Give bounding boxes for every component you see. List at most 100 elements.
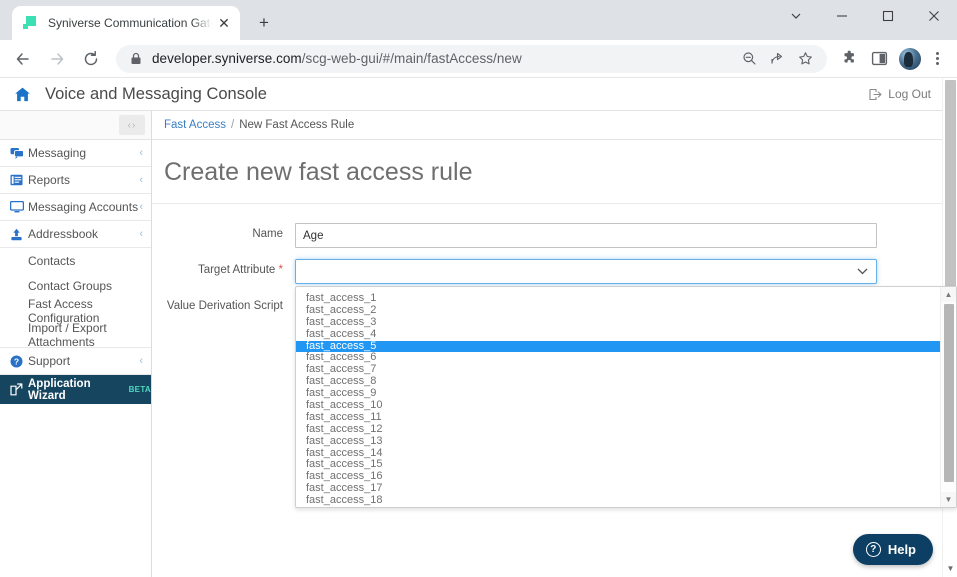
dropdown-option[interactable]: fast_access_11 [296, 411, 940, 424]
sidebar-item-label: Addressbook [28, 227, 99, 241]
dropdown-option[interactable]: fast_access_18 [296, 494, 940, 507]
chevron-down-icon [857, 266, 868, 278]
window-controls [773, 0, 957, 32]
chevron-left-icon: ‹ [139, 355, 143, 367]
minimize-icon[interactable] [819, 0, 865, 32]
sidebar-item-application-wizard[interactable]: Application Wizard BETA [0, 375, 151, 404]
field-row-target-attribute: Target Attribute * fast_access_1 fast_ac… [152, 259, 957, 508]
window-close-icon[interactable] [911, 0, 957, 32]
sidebar-item-messaging[interactable]: Messaging ‹ [0, 140, 151, 167]
dropdown-option-list: fast_access_1 fast_access_2 fast_access_… [296, 287, 940, 507]
side-panel-icon[interactable] [865, 45, 893, 73]
dropdown-scrollbar[interactable]: ▲ ▼ [940, 287, 956, 507]
dropdown-option[interactable]: fast_access_4 [296, 328, 940, 341]
dropdown-option[interactable]: fast_access_13 [296, 435, 940, 448]
scroll-down-icon[interactable]: ▼ [941, 492, 956, 507]
logout-button[interactable]: Log Out [869, 87, 931, 101]
sidebar-item-label: Support [28, 354, 71, 368]
tab-title: Syniverse Communication Gateway [48, 16, 212, 30]
browser-tab[interactable]: Syniverse Communication Gateway ✕ [12, 6, 240, 40]
name-input[interactable] [295, 223, 877, 248]
external-link-icon [10, 383, 28, 396]
address-bar[interactable]: developer.syniverse.com/scg-web-gui/#/ma… [116, 44, 827, 73]
dropdown-option[interactable]: fast_access_15 [296, 459, 940, 471]
messaging-icon [10, 147, 28, 160]
close-icon[interactable]: ✕ [216, 15, 232, 31]
forward-icon[interactable] [42, 44, 72, 74]
value-derivation-script-label: Value Derivation Script [166, 300, 283, 312]
page-scroll-down-icon[interactable]: ▼ [943, 561, 957, 575]
target-attribute-dropdown[interactable]: fast_access_1 fast_access_2 fast_access_… [295, 286, 957, 508]
target-attribute-select[interactable] [295, 259, 877, 284]
fast-access-rule-form: Name Target Attribute * [152, 204, 957, 508]
content-heading: Create new fast access rule [152, 140, 943, 204]
question-mark-icon: ? [865, 542, 881, 557]
svg-text:?: ? [14, 356, 19, 366]
page-title: Voice and Messaging Console [45, 84, 267, 103]
support-icon: ? [10, 355, 28, 368]
app-viewport: Voice and Messaging Console Log Out ‹› M… [0, 78, 957, 577]
breadcrumb-current: New Fast Access Rule [239, 119, 355, 131]
dropdown-scroll-thumb[interactable] [944, 304, 954, 482]
name-label: Name [252, 228, 283, 240]
sidebar-subitem-contact-groups[interactable]: Contact Groups [0, 273, 151, 298]
field-row-name: Name [152, 223, 957, 248]
sidebar-item-addressbook[interactable]: Addressbook ‹ [0, 221, 151, 248]
sidebar: ‹› Messaging ‹ Reports ‹ Messaging Accou… [0, 111, 152, 577]
breadcrumb: Fast Access / New Fast Access Rule [152, 111, 957, 140]
sidebar-collapse-toggle[interactable]: ‹› [119, 115, 145, 135]
dropdown-option[interactable]: fast_access_16 [296, 470, 940, 483]
breadcrumb-parent-link[interactable]: Fast Access [164, 119, 226, 131]
profile-avatar[interactable] [899, 47, 921, 70]
dropdown-option[interactable]: fast_access_8 [296, 375, 940, 388]
sidebar-item-label: Reports [28, 173, 71, 187]
dropdown-option[interactable]: fast_access_7 [296, 363, 940, 376]
tab-search-icon[interactable] [773, 0, 819, 32]
back-icon[interactable] [8, 44, 38, 74]
dropdown-option[interactable]: fast_access_14 [296, 447, 940, 460]
lock-icon [130, 52, 142, 65]
logout-label: Log Out [888, 87, 931, 101]
sidebar-subitem-contacts[interactable]: Contacts [0, 248, 151, 273]
extensions-icon[interactable] [835, 45, 863, 73]
sidebar-subitem-fast-access-configuration[interactable]: Fast Access Configuration [0, 297, 151, 325]
url-text: developer.syniverse.com/scg-web-gui/#/ma… [152, 51, 733, 66]
chrome-menu-icon[interactable] [925, 45, 949, 73]
sidebar-subitem-import-export-attachments[interactable]: Import / Export Attachments [0, 321, 151, 349]
dropdown-option[interactable]: fast_access_2 [296, 304, 940, 317]
star-icon[interactable] [793, 47, 817, 71]
zoom-out-icon[interactable] [737, 47, 761, 71]
dropdown-option[interactable]: fast_access_1 [296, 292, 940, 305]
dropdown-option[interactable]: fast_access_12 [296, 423, 940, 436]
reload-icon[interactable] [76, 44, 106, 74]
addressbook-icon [10, 228, 28, 241]
browser-toolbar: developer.syniverse.com/scg-web-gui/#/ma… [0, 40, 957, 78]
dropdown-option[interactable]: fast_access_10 [296, 399, 940, 412]
extensions-area [833, 45, 949, 73]
dropdown-option[interactable]: fast_access_3 [296, 316, 940, 329]
dropdown-option[interactable]: fast_access_9 [296, 387, 940, 400]
scroll-up-icon[interactable]: ▲ [941, 287, 956, 302]
sidebar-item-reports[interactable]: Reports ‹ [0, 167, 151, 194]
new-tab-button[interactable]: + [250, 9, 278, 37]
app-header: Voice and Messaging Console Log Out [0, 78, 957, 111]
chevron-left-icon: ‹ [139, 228, 143, 240]
share-icon[interactable] [765, 47, 789, 71]
syniverse-logo-icon [23, 15, 39, 31]
content-area: Fast Access / New Fast Access Rule Creat… [152, 111, 957, 577]
dropdown-option-selected[interactable]: fast_access_5 [296, 340, 940, 353]
sidebar-item-messaging-accounts[interactable]: Messaging Accounts ‹ [0, 194, 151, 221]
dropdown-option[interactable]: fast_access_6 [296, 352, 940, 364]
help-button[interactable]: ? Help [852, 534, 933, 565]
sidebar-item-label: Messaging [28, 146, 87, 160]
home-icon[interactable] [14, 86, 31, 103]
sidebar-item-support[interactable]: ? Support ‹ [0, 348, 151, 375]
messaging-accounts-icon [10, 201, 28, 213]
sidebar-item-label: Messaging Accounts [28, 200, 139, 214]
dropdown-option[interactable]: fast_access_17 [296, 482, 940, 495]
app-body: ‹› Messaging ‹ Reports ‹ Messaging Accou… [0, 111, 957, 577]
sidebar-toggle-row: ‹› [0, 111, 151, 140]
reports-icon [10, 174, 28, 186]
maximize-icon[interactable] [865, 0, 911, 32]
logout-icon [869, 88, 882, 100]
